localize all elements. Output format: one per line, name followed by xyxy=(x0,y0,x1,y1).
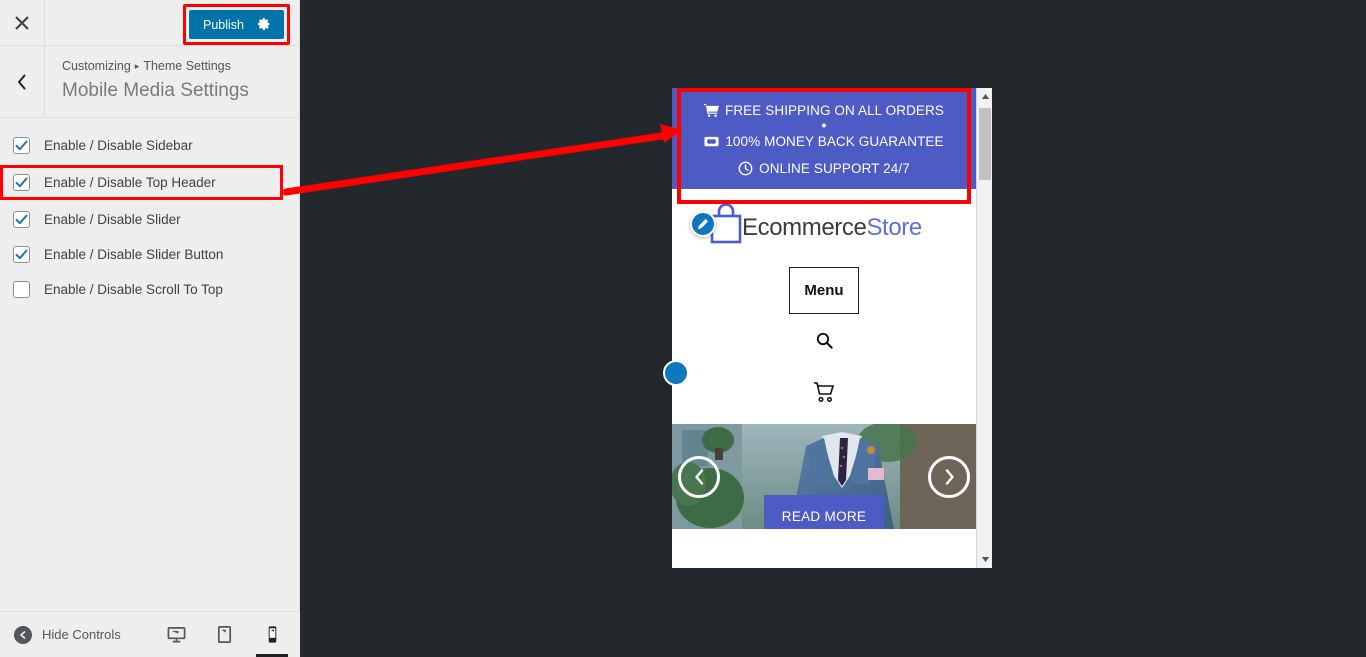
publish-annotation-box: Publish xyxy=(183,4,290,45)
customizer-footer: Hide Controls xyxy=(0,611,300,657)
shopping-cart-icon xyxy=(814,382,835,402)
breadcrumb-separator-icon: ▸ xyxy=(134,61,140,72)
chevron-right-icon xyxy=(945,468,954,485)
publish-button[interactable]: Publish xyxy=(189,10,284,39)
mobile-preview-frame: FREE SHIPPING ON ALL ORDERS ● 100% MONEY… xyxy=(672,88,992,568)
back-button[interactable] xyxy=(0,46,45,117)
control-row-sidebar[interactable]: Enable / Disable Sidebar xyxy=(0,128,299,163)
logo-text-accent: Store xyxy=(866,214,922,241)
hide-controls-button[interactable]: Hide Controls xyxy=(0,625,121,644)
site-logo-area: EcommerceStore xyxy=(672,189,976,245)
site-logo-text[interactable]: EcommerceStore xyxy=(742,214,922,242)
customizer-panel: Publish Customizing ▸ Theme Settings Mob… xyxy=(0,0,300,657)
checkbox-sidebar[interactable] xyxy=(13,137,30,154)
banner-line-shipping-text: FREE SHIPPING ON ALL ORDERS xyxy=(724,103,944,118)
customizer-screen: Publish Customizing ▸ Theme Settings Mob… xyxy=(0,0,1366,657)
banner-line-support: ONLINE SUPPORT 24/7 xyxy=(672,160,976,177)
control-row-scroll-to-top[interactable]: Enable / Disable Scroll To Top xyxy=(0,272,299,307)
checkbox-top-header[interactable] xyxy=(13,174,30,191)
banner-line-money-back-text: 100% MONEY BACK GUARANTEE xyxy=(725,134,944,149)
tablet-icon xyxy=(217,626,231,643)
device-desktop-button[interactable] xyxy=(162,612,190,657)
site-menu-button[interactable]: Menu xyxy=(789,267,859,314)
control-label: Enable / Disable Scroll To Top xyxy=(44,282,223,297)
checkbox-slider-button[interactable] xyxy=(13,246,30,263)
controls-list: Enable / Disable Sidebar Enable / Disabl… xyxy=(0,118,299,307)
device-switcher xyxy=(162,612,300,657)
site-cart-row[interactable] xyxy=(672,366,976,418)
edit-pencil-icon[interactable] xyxy=(690,211,716,237)
customizer-topbar: Publish xyxy=(0,0,299,46)
section-titles: Customizing ▸ Theme Settings Mobile Medi… xyxy=(45,46,249,117)
banner-separator-dot: ● xyxy=(821,120,827,130)
control-label: Enable / Disable Top Header xyxy=(44,175,216,190)
triangle-down-icon xyxy=(981,557,989,562)
breadcrumb-root[interactable]: Customizing xyxy=(62,58,131,76)
collapse-icon xyxy=(14,625,32,644)
device-mobile-button[interactable] xyxy=(256,612,288,657)
site-preview: FREE SHIPPING ON ALL ORDERS ● 100% MONEY… xyxy=(672,88,976,568)
search-icon xyxy=(816,332,833,349)
logo-text-primary: Ecommerce xyxy=(742,214,867,241)
banner-line-money-back: 100% MONEY BACK GUARANTEE xyxy=(672,133,976,150)
desktop-icon xyxy=(167,626,185,643)
control-label: Enable / Disable Slider Button xyxy=(44,247,224,262)
customizer-section-header: Customizing ▸ Theme Settings Mobile Medi… xyxy=(0,46,299,118)
site-top-header-banner: FREE SHIPPING ON ALL ORDERS ● 100% MONEY… xyxy=(672,88,976,189)
slider-prev-button[interactable] xyxy=(678,455,720,498)
control-row-slider[interactable]: Enable / Disable Slider xyxy=(0,202,299,237)
control-label: Enable / Disable Sidebar xyxy=(44,138,193,153)
money-back-icon xyxy=(704,136,719,147)
slider-next-button[interactable] xyxy=(928,455,970,498)
banner-spacer xyxy=(672,150,976,160)
chevron-left-icon xyxy=(694,468,703,485)
control-row-top-header[interactable]: Enable / Disable Top Header xyxy=(0,165,283,200)
shopping-cart-icon xyxy=(703,103,719,117)
site-search-row[interactable] xyxy=(672,314,976,366)
control-row-slider-button[interactable]: Enable / Disable Slider Button xyxy=(0,237,299,272)
site-slider: READ MORE xyxy=(672,424,976,529)
control-label: Enable / Disable Slider xyxy=(44,212,181,227)
publish-label: Publish xyxy=(203,17,244,32)
checkbox-scroll-to-top[interactable] xyxy=(13,281,30,298)
gear-icon[interactable] xyxy=(257,17,271,33)
banner-line-support-text: ONLINE SUPPORT 24/7 xyxy=(759,161,910,176)
breadcrumb-section[interactable]: Theme Settings xyxy=(143,58,231,76)
clock-icon xyxy=(738,161,753,176)
device-tablet-button[interactable] xyxy=(210,612,238,657)
chevron-left-icon xyxy=(18,74,26,89)
breadcrumb: Customizing ▸ Theme Settings xyxy=(62,58,249,76)
hide-controls-label: Hide Controls xyxy=(42,627,121,642)
scrollbar-thumb[interactable] xyxy=(979,108,991,180)
edit-pencil-icon[interactable] xyxy=(663,360,689,386)
scrollbar-down-button[interactable] xyxy=(977,551,992,568)
close-customizer-button[interactable] xyxy=(0,0,45,45)
banner-line-shipping: FREE SHIPPING ON ALL ORDERS xyxy=(672,102,976,119)
triangle-up-icon xyxy=(981,94,989,99)
close-icon xyxy=(15,15,29,30)
preview-scrollbar[interactable] xyxy=(976,88,992,568)
slider-read-more-button[interactable]: READ MORE xyxy=(764,495,884,529)
page-title: Mobile Media Settings xyxy=(62,79,249,101)
mobile-icon xyxy=(268,626,276,643)
checkbox-slider[interactable] xyxy=(13,211,30,228)
scrollbar-up-button[interactable] xyxy=(977,88,992,105)
